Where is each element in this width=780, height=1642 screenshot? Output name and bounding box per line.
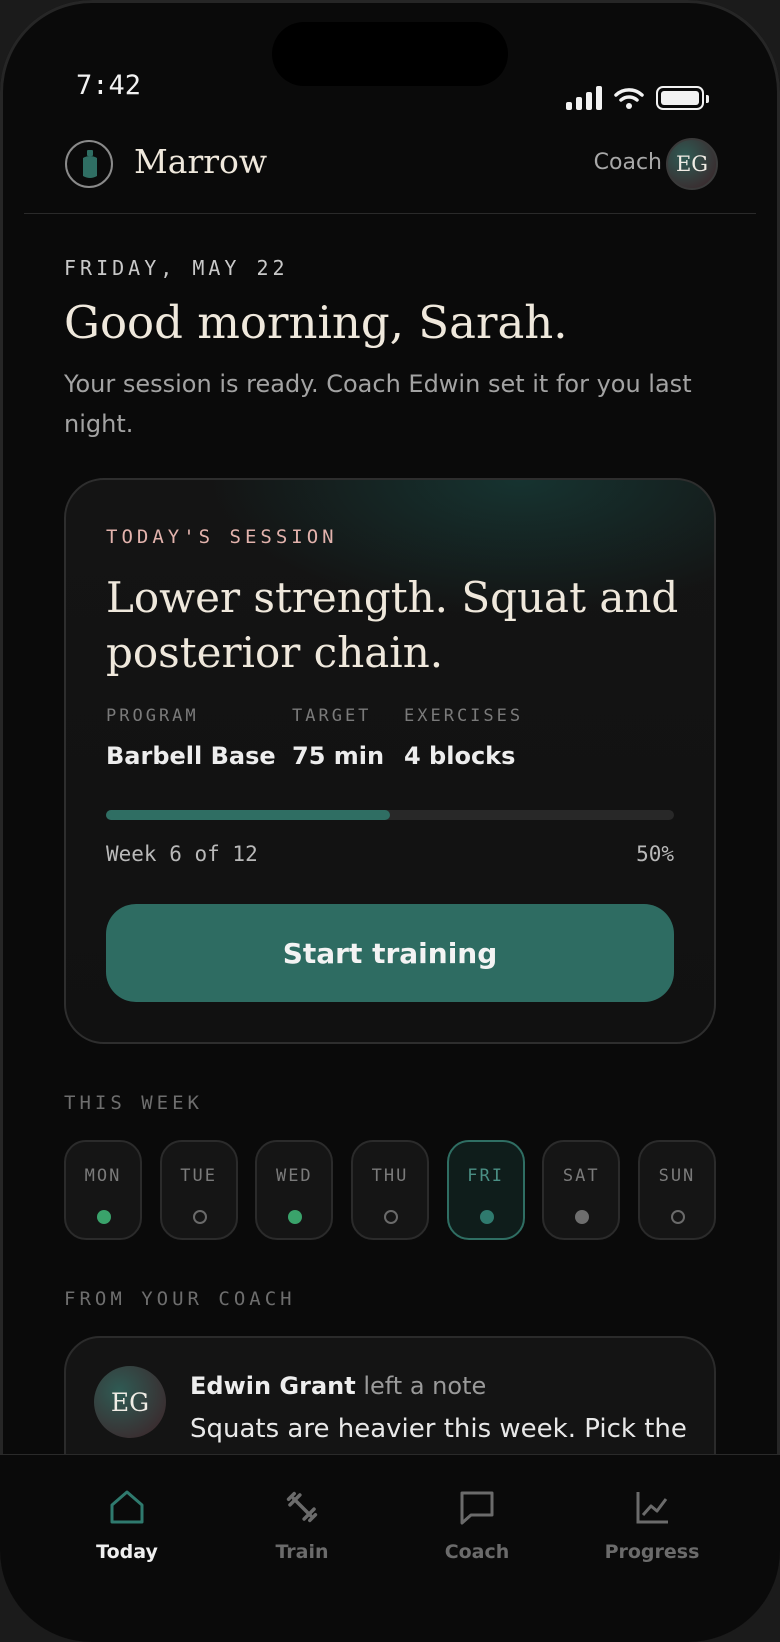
session-card: TODAY'S SESSION Lower strength. Squat an…	[64, 478, 716, 1044]
meta-label: EXERCISES	[404, 706, 524, 726]
day-sat[interactable]: SAT	[542, 1140, 621, 1240]
start-training-button[interactable]: Start training	[106, 904, 674, 1002]
coach-note-body: Squats are heavier this week. Pick the	[190, 1414, 687, 1444]
coach-name: Edwin Grant	[190, 1372, 356, 1400]
day-label: WED	[275, 1166, 313, 1186]
chart-icon	[572, 1485, 732, 1529]
date-label: FRIDAY, MAY 22	[64, 256, 289, 280]
day-status-dot	[192, 1210, 207, 1224]
day-status-dot	[670, 1210, 685, 1224]
tab-progress[interactable]: Progress	[572, 1485, 732, 1563]
meta-exercises: EXERCISES 4 blocks	[404, 706, 523, 770]
note-action: left a note	[355, 1372, 487, 1400]
top-bar: Marrow Coach EG	[24, 130, 756, 214]
coach-label[interactable]: Coach	[594, 150, 662, 175]
status-time: 7:42	[76, 70, 142, 101]
day-label: THU	[371, 1166, 409, 1186]
day-label: SUN	[658, 1166, 696, 1186]
coach-note-header: Edwin Grant left a note	[190, 1372, 486, 1400]
day-status-dot	[288, 1210, 303, 1224]
greeting-subtitle: Your session is ready. Coach Edwin set i…	[64, 370, 692, 438]
meta-value: Barbell Base	[106, 742, 276, 770]
tab-label: Today	[96, 1541, 158, 1563]
dumbbell-icon	[222, 1485, 382, 1529]
day-label: SAT	[562, 1166, 600, 1186]
tab-today[interactable]: Today	[47, 1485, 207, 1563]
day-status-dot	[479, 1210, 494, 1224]
signal-icon	[566, 86, 602, 110]
brand-logo-icon[interactable]	[65, 140, 113, 188]
day-label: MON	[84, 1166, 122, 1186]
tab-coach[interactable]: Coach	[397, 1485, 557, 1563]
brand-name: Marrow	[134, 142, 268, 181]
coach-avatar[interactable]: EG	[666, 138, 718, 190]
day-status-dot	[383, 1210, 398, 1224]
program-progress-bar	[106, 810, 674, 820]
week-strip: MON TUE WED THU FRI SAT SUN	[64, 1140, 716, 1240]
battery-icon	[656, 86, 709, 110]
dynamic-island	[272, 22, 508, 86]
day-thu[interactable]: THU	[350, 1140, 429, 1240]
status-icons	[566, 86, 709, 110]
session-title: Lower strength. Squat and posterior chai…	[106, 573, 679, 677]
day-tue[interactable]: TUE	[159, 1140, 238, 1240]
day-label: TUE	[180, 1166, 218, 1186]
meta-label: PROGRAM	[106, 706, 199, 726]
day-status-dot	[575, 1210, 590, 1224]
meta-label: TARGET	[292, 706, 372, 726]
meta-value: 75 min	[292, 742, 385, 770]
chat-icon	[397, 1485, 557, 1529]
home-icon	[47, 1485, 207, 1529]
tab-label: Coach	[444, 1541, 510, 1563]
session-eyebrow: TODAY'S SESSION	[106, 526, 338, 548]
tab-label: Train	[275, 1541, 329, 1563]
meta-target: TARGET 75 min	[292, 706, 384, 770]
tab-train[interactable]: Train	[222, 1485, 382, 1563]
week-progress-label: Week 6 of 12	[106, 842, 258, 866]
progress-fill	[106, 810, 390, 820]
wifi-icon	[614, 88, 644, 109]
day-fri[interactable]: FRI	[446, 1140, 525, 1240]
meta-program: PROGRAM Barbell Base	[106, 706, 276, 770]
coach-note-avatar: EG	[94, 1366, 166, 1438]
day-mon[interactable]: MON	[64, 1140, 142, 1240]
meta-value: 4 blocks	[404, 742, 516, 770]
this-week-label: THIS WEEK	[64, 1092, 203, 1114]
bottom-tab-bar: Today Train Coach Progress	[0, 1454, 780, 1642]
greeting-title: Good morning, Sarah.	[64, 296, 568, 349]
progress-percent: 50%	[636, 842, 674, 866]
day-label: FRI	[467, 1166, 504, 1186]
phone-screen: 7:42 Marrow Coach EG FRIDAY, MAY 22 Good…	[0, 0, 780, 1642]
coach-note-label: FROM YOUR COACH	[64, 1288, 296, 1310]
day-sun[interactable]: SUN	[637, 1140, 716, 1240]
day-status-dot	[97, 1210, 111, 1224]
tab-label: Progress	[604, 1541, 700, 1563]
day-wed[interactable]: WED	[255, 1140, 334, 1240]
